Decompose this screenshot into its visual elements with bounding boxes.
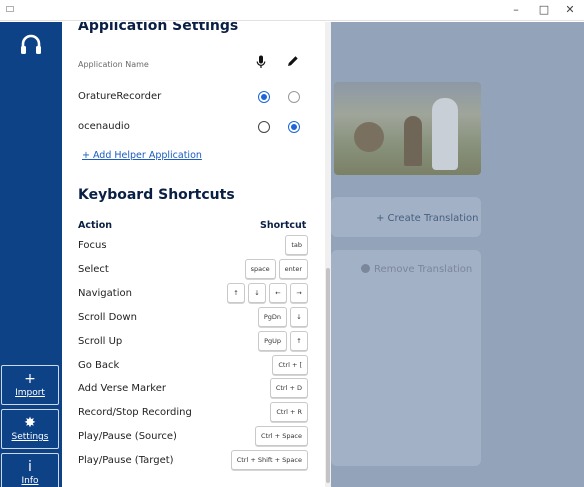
- keyboard-shortcuts-title: Keyboard Shortcuts: [78, 187, 235, 203]
- remove-icon: [361, 264, 370, 273]
- shortcut-keys: space enter: [244, 259, 308, 279]
- application-name-column-header: Application Name: [78, 60, 149, 69]
- application-name: ocenaudio: [78, 121, 130, 132]
- shortcut-keys: Ctrl + D: [269, 378, 308, 398]
- shortcut-row: Add Verse Marker Ctrl + D: [78, 378, 308, 402]
- remove-translation-label: Remove Translation: [374, 264, 473, 275]
- window-titlebar: – □ ✕: [0, 0, 584, 21]
- sidebar-item-import[interactable]: + Import: [1, 365, 59, 405]
- keycap: ↓: [290, 307, 308, 327]
- scrollbar-thumb[interactable]: [326, 268, 330, 483]
- book-cover-image: [334, 82, 481, 175]
- minimize-button[interactable]: –: [504, 2, 528, 18]
- shortcut-row: Select space enter: [78, 259, 308, 283]
- shortcut-action-label: Add Verse Marker: [78, 383, 166, 394]
- add-helper-application-link[interactable]: + Add Helper Application: [82, 150, 202, 161]
- record-app-radio[interactable]: [258, 121, 270, 133]
- sidebar-item-info[interactable]: i Info: [1, 453, 59, 487]
- remove-translation-link[interactable]: Remove Translation: [361, 264, 472, 275]
- shortcut-action-label: Select: [78, 264, 109, 275]
- info-icon: i: [28, 459, 32, 475]
- shortcut-keys: Ctrl + Space: [255, 426, 308, 446]
- keycap: ↓: [248, 283, 266, 303]
- shortcut-keys: tab: [285, 235, 308, 255]
- shortcut-action-label: Focus: [78, 240, 107, 251]
- shortcut-action-label: Navigation: [78, 288, 132, 299]
- shortcut-action-label: Scroll Down: [78, 312, 137, 323]
- keycap: Ctrl + Space: [255, 426, 308, 446]
- drawer-scrollbar[interactable]: [325, 22, 331, 487]
- shortcut-action-label: Scroll Up: [78, 336, 123, 347]
- keycap: PgDn: [257, 307, 287, 327]
- keycap: space: [244, 259, 276, 279]
- shortcut-row: Record/Stop Recording Ctrl + R: [78, 402, 308, 426]
- add-helper-label: + Add Helper Application: [82, 150, 202, 161]
- shortcut-row: Scroll Up PgUp ↑: [78, 331, 308, 355]
- edit-app-radio[interactable]: [288, 121, 300, 133]
- translation-list-card: [331, 250, 481, 466]
- record-app-radio[interactable]: [258, 91, 270, 103]
- keycap: Ctrl + [: [272, 355, 308, 375]
- keycap: ←: [269, 283, 287, 303]
- keycap: Ctrl + Shift + Space: [230, 450, 308, 470]
- gear-icon: ✸: [24, 415, 36, 431]
- shortcut-keys: Ctrl + Shift + Space: [230, 450, 308, 470]
- shortcut-action-label: Play/Pause (Source): [78, 431, 177, 442]
- application-name: OratureRecorder: [78, 91, 162, 102]
- keycap: Ctrl + R: [270, 402, 308, 422]
- shortcut-keys: Ctrl + R: [270, 402, 308, 422]
- background-main-content: + Create Translation Remove Translation: [331, 22, 584, 487]
- shortcut-row: Play/Pause (Target) Ctrl + Shift + Space: [78, 450, 308, 474]
- keycap: ↑: [227, 283, 245, 303]
- shortcut-keys: ↑ ↓ ← →: [227, 283, 308, 303]
- edit-app-radio[interactable]: [288, 91, 300, 103]
- keycap: enter: [278, 259, 308, 279]
- pencil-icon: [288, 56, 298, 66]
- close-window-button[interactable]: ✕: [558, 2, 582, 18]
- keycap: ↑: [290, 331, 308, 351]
- shortcut-column-header: Shortcut: [260, 220, 307, 231]
- navigation-sidebar: + Import ✸ Settings i Info: [0, 22, 62, 487]
- application-row: ocenaudio: [78, 119, 308, 137]
- shortcut-row: Focus tab: [78, 235, 308, 259]
- sidebar-item-label: Import: [15, 388, 45, 398]
- keycap: PgUp: [258, 331, 287, 351]
- shortcut-action-label: Go Back: [78, 360, 120, 371]
- shortcut-keys: Ctrl + [: [272, 355, 308, 375]
- shortcut-action-label: Record/Stop Recording: [78, 407, 192, 418]
- action-column-header: Action: [78, 220, 113, 231]
- shortcut-row: Play/Pause (Source) Ctrl + Space: [78, 426, 308, 450]
- shortcut-action-label: Play/Pause (Target): [78, 455, 174, 466]
- app-window-icon: [6, 6, 14, 12]
- shortcut-keys: PgUp ↑: [258, 331, 308, 351]
- shortcut-row: Go Back Ctrl + [: [78, 355, 308, 379]
- application-settings-title: Application Settings: [78, 22, 239, 34]
- settings-drawer: Application Settings Application Name Or…: [62, 22, 325, 487]
- application-row: OratureRecorder: [78, 89, 308, 107]
- sidebar-item-settings[interactable]: ✸ Settings: [1, 409, 59, 449]
- keycap: tab: [285, 235, 308, 255]
- headphones-icon: [21, 34, 41, 54]
- shortcut-row: Navigation ↑ ↓ ← →: [78, 283, 308, 307]
- microphone-icon: [256, 55, 266, 68]
- create-translation-link[interactable]: + Create Translation: [376, 213, 478, 224]
- sidebar-item-label: Info: [21, 476, 39, 486]
- keycap: →: [290, 283, 308, 303]
- plus-icon: +: [24, 371, 36, 387]
- maximize-button[interactable]: □: [532, 2, 556, 18]
- keycap: Ctrl + D: [269, 378, 308, 398]
- shortcut-keys: PgDn ↓: [257, 307, 308, 327]
- sidebar-item-label: Settings: [11, 432, 49, 442]
- shortcut-row: Scroll Down PgDn ↓: [78, 307, 308, 331]
